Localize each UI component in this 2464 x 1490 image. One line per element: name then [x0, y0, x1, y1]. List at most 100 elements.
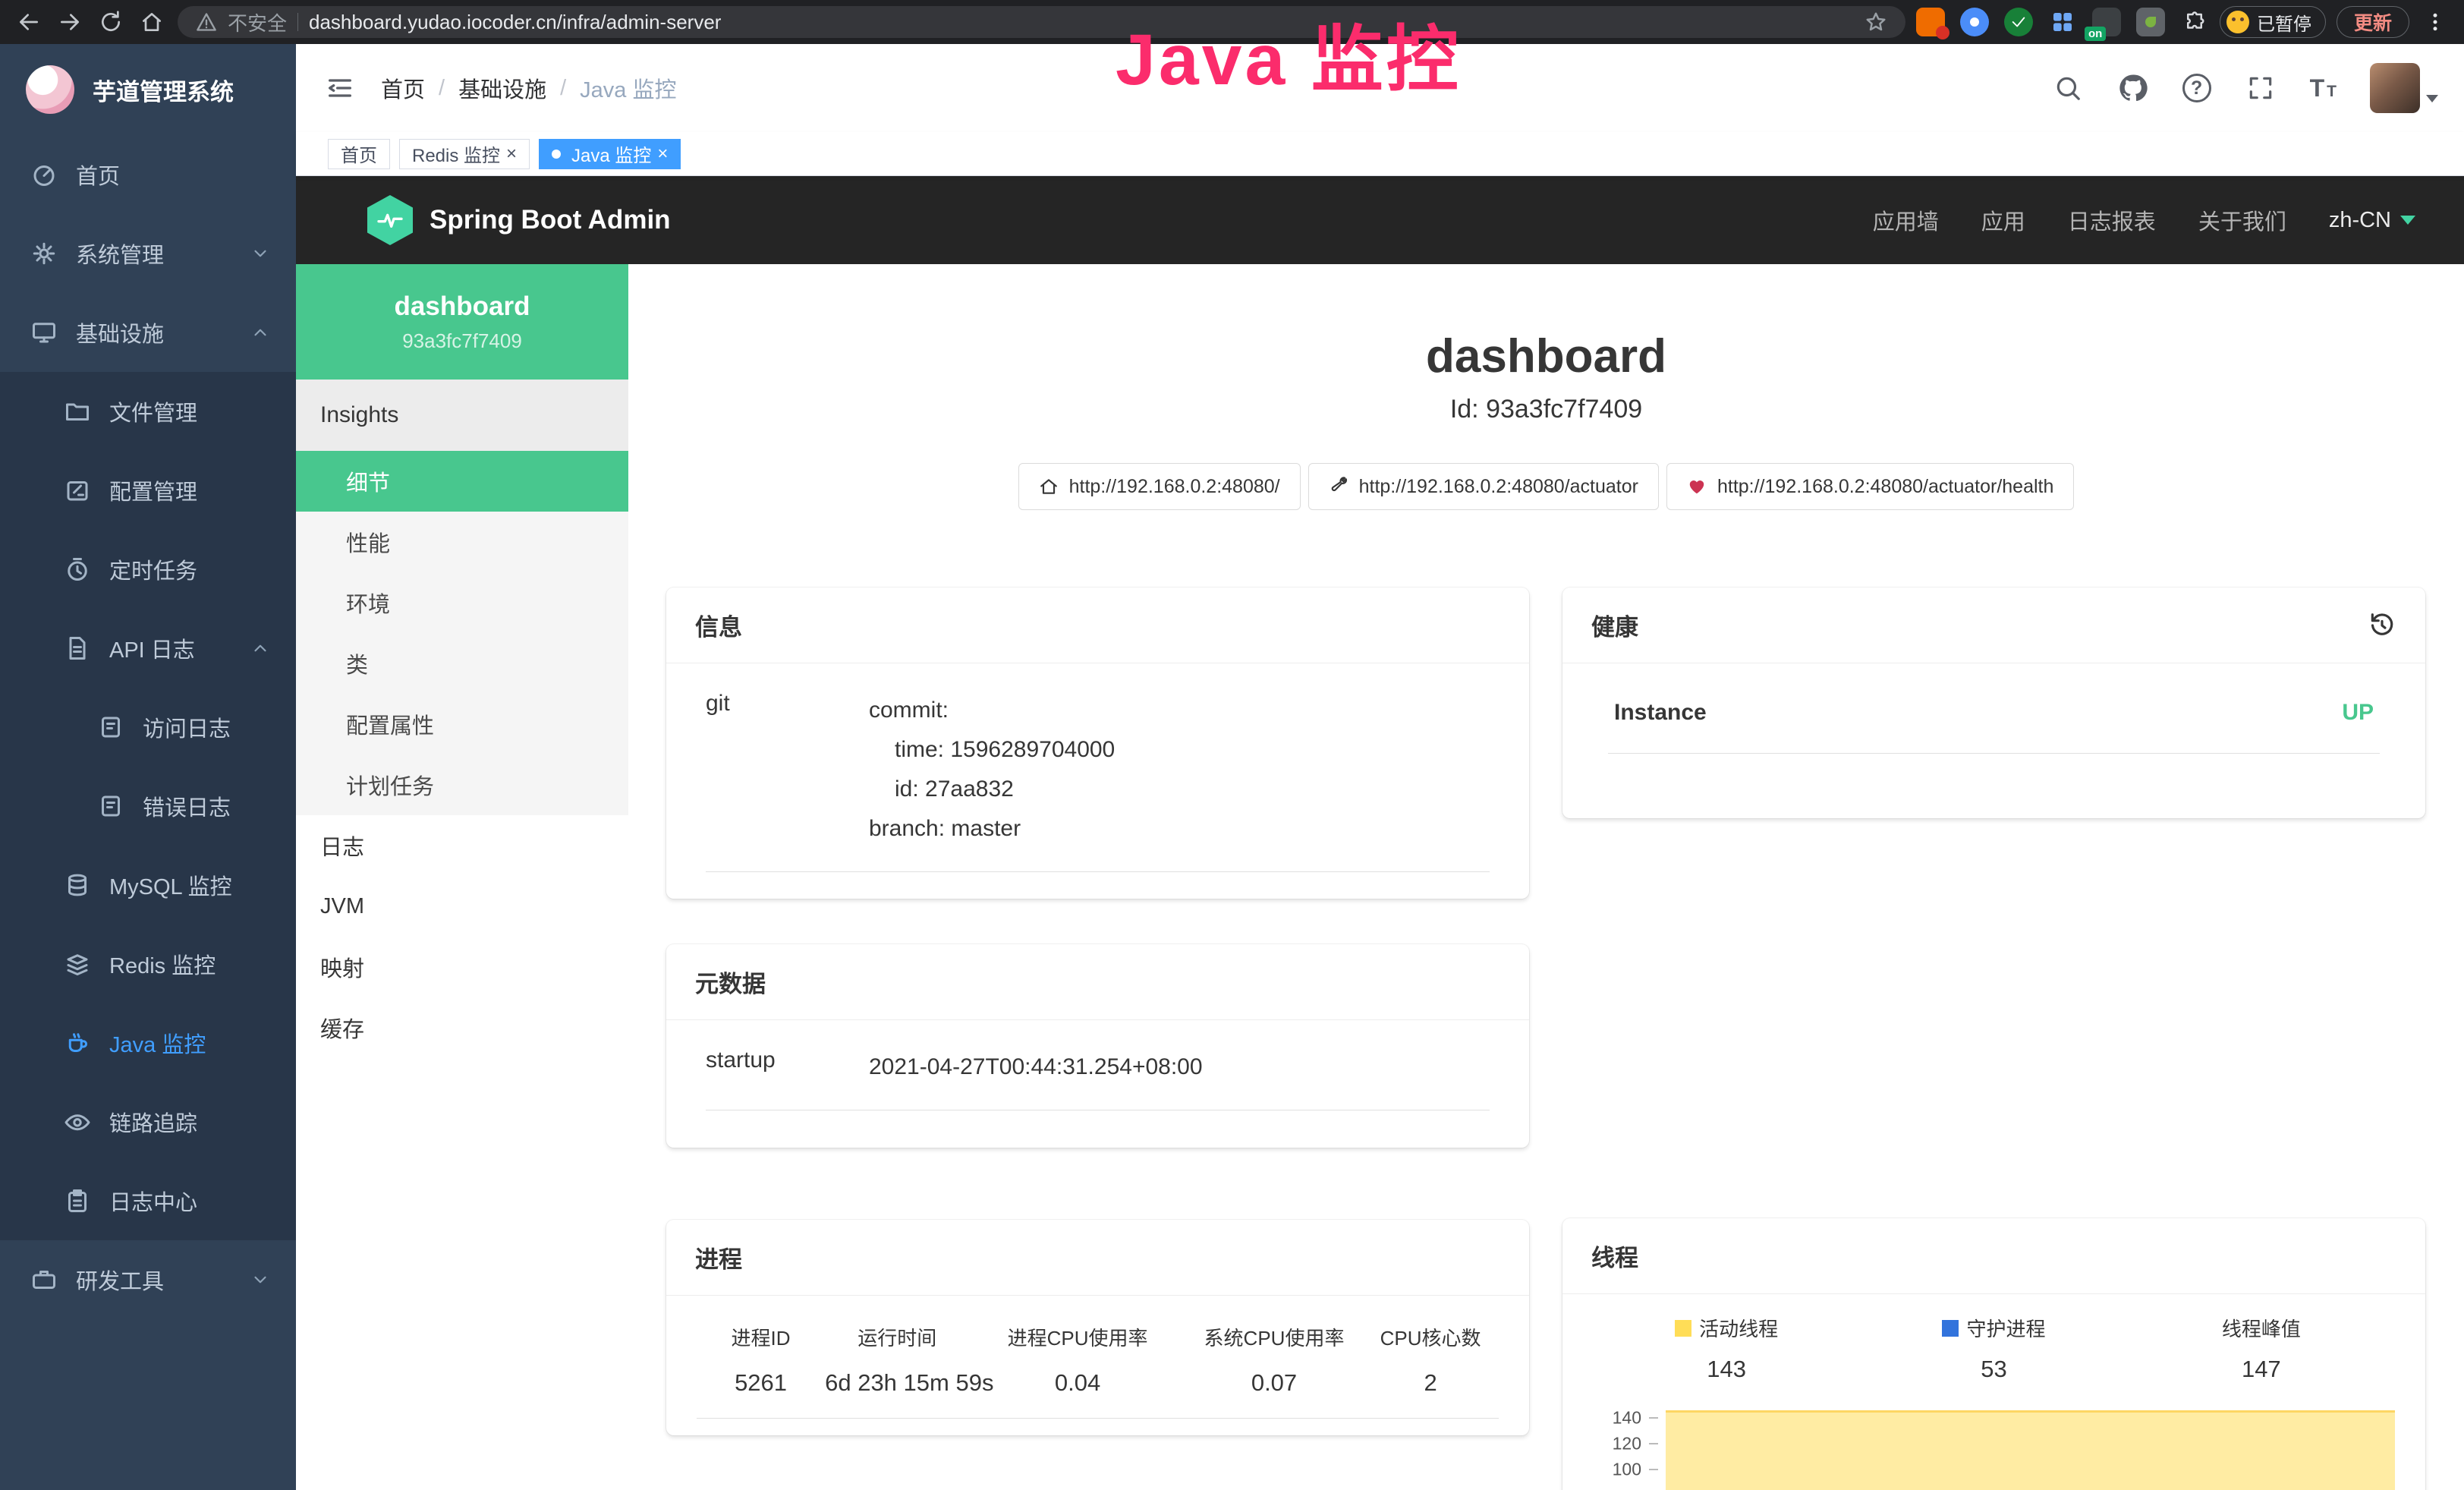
github-icon[interactable] — [2117, 72, 2149, 104]
app-logo[interactable]: 芋道管理系统 — [0, 44, 296, 135]
sba-item-classes[interactable]: 类 — [296, 633, 628, 694]
sidebar-item-trace[interactable]: 链路追踪 — [0, 1082, 296, 1161]
sba-item-scheduled[interactable]: 计划任务 — [296, 754, 628, 815]
sba-nav-journal[interactable]: 日志报表 — [2068, 204, 2156, 236]
sidebar-item-label: 配置管理 — [109, 474, 197, 506]
font-size-icon[interactable] — [2310, 74, 2337, 102]
sba-nav-wall[interactable]: 应用墙 — [1873, 204, 1939, 236]
col-cpu-cores: CPU核心数 — [1362, 1303, 1499, 1362]
instance-block[interactable]: dashboard 93a3fc7f7409 — [296, 264, 628, 380]
process-table-header: 进程ID 运行时间 进程CPU使用率 系统CPU使用率 CPU核心数 — [697, 1303, 1499, 1362]
sidebar-item-access-logs[interactable]: 访问日志 — [0, 688, 296, 767]
sba-item-details[interactable]: 细节 — [296, 451, 628, 512]
live-threads-area — [1666, 1410, 2395, 1490]
database-icon — [64, 871, 91, 899]
sba-nav-about[interactable]: 关于我们 — [2198, 204, 2286, 236]
sidebar-item-mysql-monitor[interactable]: MySQL 监控 — [0, 846, 296, 925]
extension-check-icon[interactable] — [2004, 8, 2033, 36]
cards-column-left: 信息 git commit: time: 1596289704000 id: 2… — [666, 587, 1529, 1435]
sba-item-logs[interactable]: 日志 — [296, 815, 628, 876]
help-icon[interactable] — [2182, 74, 2211, 102]
link-health-url[interactable]: http://192.168.0.2:48080/actuator/health — [1666, 463, 2074, 510]
locale-select[interactable]: zh-CN — [2329, 208, 2415, 233]
tags-view-bar: 首页 Redis 监控 Java 监控 — [296, 132, 2464, 176]
update-button[interactable]: 更新 — [2337, 6, 2409, 38]
sba-item-environment[interactable]: 环境 — [296, 572, 628, 633]
sba-sidebar: dashboard 93a3fc7f7409 Insights 细节 性能 环境… — [296, 264, 628, 1490]
log-doc-icon — [97, 792, 124, 820]
sidebar-collapse-icon[interactable] — [325, 73, 355, 103]
threads-legend: 活动线程 143 守护进程 53 — [1562, 1294, 2425, 1383]
history-icon[interactable] — [2368, 611, 2396, 640]
sidebar-item-redis-monitor[interactable]: Redis 监控 — [0, 925, 296, 1003]
link-base-url[interactable]: http://192.168.0.2:48080/ — [1018, 463, 1301, 510]
legend-value: 147 — [2242, 1356, 2281, 1383]
sba-item-jvm[interactable]: JVM — [296, 876, 628, 937]
legend-swatch-live — [1675, 1320, 1691, 1337]
sba-brand[interactable]: Spring Boot Admin — [367, 195, 671, 245]
git-branch-line: branch: master — [869, 809, 1115, 849]
sidebar-item-scheduled-tasks[interactable]: 定时任务 — [0, 530, 296, 609]
sidebar-item-file-management[interactable]: 文件管理 — [0, 372, 296, 451]
extension-fox-icon[interactable] — [1916, 8, 1945, 36]
extension-pin-icon[interactable] — [1960, 8, 1989, 36]
sidebar-item-error-logs[interactable]: 错误日志 — [0, 767, 296, 846]
instance-links: http://192.168.0.2:48080/ http://192.168… — [628, 463, 2464, 510]
breadcrumb-home[interactable]: 首页 — [381, 72, 425, 104]
info-row-git: git commit: time: 1596289704000 id: 27aa… — [706, 663, 1490, 872]
emoji-face-icon — [2226, 11, 2249, 33]
close-icon[interactable] — [506, 145, 517, 163]
sidebar-item-java-monitor[interactable]: Java 监控 — [0, 1003, 296, 1082]
close-icon[interactable] — [657, 145, 668, 163]
val-process-cpu: 0.04 — [969, 1362, 1185, 1418]
fullscreen-icon[interactable] — [2245, 72, 2277, 104]
col-pid: 进程ID — [697, 1303, 825, 1362]
profile-paused-badge[interactable]: 已暂停 — [2220, 6, 2326, 38]
sidebar-item-label: 定时任务 — [109, 553, 197, 585]
sba-item-caches[interactable]: 缓存 — [296, 997, 628, 1058]
sidebar-item-dev-tools[interactable]: 研发工具 — [0, 1240, 296, 1319]
search-icon[interactable] — [2052, 72, 2084, 104]
chevron-down-icon — [250, 244, 270, 263]
back-icon[interactable] — [14, 7, 44, 37]
process-card-title: 进程 — [666, 1220, 1529, 1296]
annotation-text: Java 监控 — [1116, 2, 1462, 106]
log-doc-icon — [97, 713, 124, 741]
reload-icon[interactable] — [96, 7, 126, 37]
forward-icon[interactable] — [55, 7, 85, 37]
sba-item-performance[interactable]: 性能 — [296, 512, 628, 572]
extension-on-icon[interactable]: on — [2092, 8, 2121, 36]
sidebar-item-label: 基础设施 — [76, 317, 164, 348]
sba-item-mappings[interactable]: 映射 — [296, 937, 628, 997]
link-actuator-url[interactable]: http://192.168.0.2:48080/actuator — [1308, 463, 1659, 510]
bookmark-star-icon[interactable] — [1865, 11, 1887, 33]
tab-label: Redis 监控 — [412, 140, 500, 167]
extension-grid-icon[interactable] — [2048, 8, 2077, 36]
sidebar-item-api-logs[interactable]: API 日志 — [0, 609, 296, 688]
tab-java-monitor[interactable]: Java 监控 — [539, 139, 681, 169]
sidebar-item-home[interactable]: 首页 — [0, 135, 296, 214]
sidebar-item-log-center[interactable]: 日志中心 — [0, 1161, 296, 1240]
insights-section-title: Insights — [296, 380, 628, 451]
sidebar-item-label: 研发工具 — [76, 1264, 164, 1296]
breadcrumb-infrastructure[interactable]: 基础设施 — [458, 72, 546, 104]
sidebar-item-label: 访问日志 — [143, 711, 231, 743]
sba-brand-title: Spring Boot Admin — [430, 205, 671, 235]
tab-label: Java 监控 — [571, 140, 651, 167]
browser-menu-icon[interactable] — [2420, 7, 2450, 37]
sidebar-item-label: API 日志 — [109, 632, 195, 664]
user-menu[interactable] — [2370, 63, 2438, 113]
sidebar-item-config-management[interactable]: 配置管理 — [0, 451, 296, 530]
info-card: 信息 git commit: time: 1596289704000 id: 2… — [666, 587, 1529, 899]
tab-home[interactable]: 首页 — [328, 139, 390, 169]
git-commit-line: commit: — [869, 691, 1115, 730]
sidebar-item-infrastructure[interactable]: 基础设施 — [0, 293, 296, 372]
tab-redis-monitor[interactable]: Redis 监控 — [399, 139, 530, 169]
home-icon[interactable] — [137, 7, 167, 37]
address-bar[interactable]: 不安全 dashboard.yudao.iocoder.cn/infra/adm… — [178, 6, 1905, 38]
extension-leaf-icon[interactable] — [2136, 8, 2165, 36]
sidebar-item-system-management[interactable]: 系统管理 — [0, 214, 296, 293]
extensions-puzzle-icon[interactable] — [2180, 8, 2209, 36]
sba-item-config-props[interactable]: 配置属性 — [296, 694, 628, 754]
sba-nav-applications[interactable]: 应用 — [1981, 204, 2025, 236]
